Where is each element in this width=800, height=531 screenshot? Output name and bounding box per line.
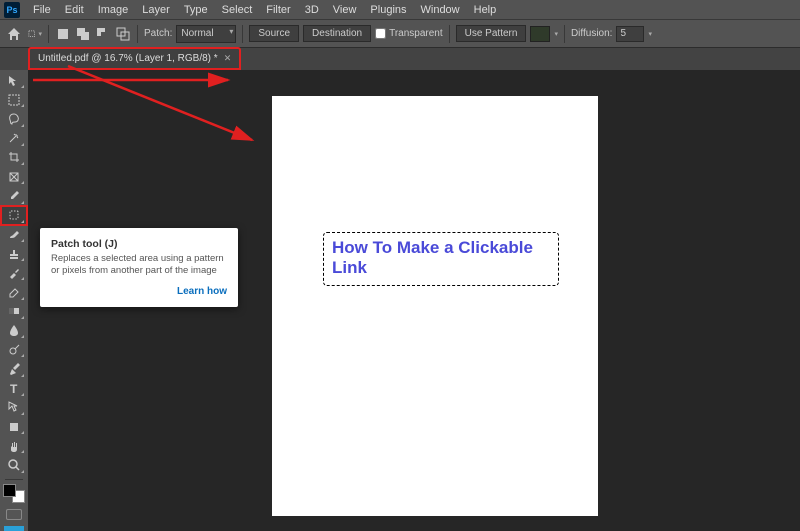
annotation-arrow-2 (28, 70, 278, 105)
tool-brush[interactable] (2, 226, 26, 243)
menu-image[interactable]: Image (91, 2, 136, 18)
tool-frame[interactable] (2, 168, 26, 185)
tool-zoom[interactable] (2, 456, 26, 473)
transparent-checkbox[interactable]: Transparent (375, 28, 443, 39)
tool-history-brush[interactable] (2, 264, 26, 281)
menu-type[interactable]: Type (177, 2, 215, 18)
tool-eraser[interactable] (2, 283, 26, 300)
use-pattern-button[interactable]: Use Pattern (456, 25, 527, 42)
diffusion-label: Diffusion: (571, 28, 613, 39)
destination-button[interactable]: Destination (303, 25, 371, 42)
tool-patch[interactable] (2, 207, 26, 224)
diffusion-input[interactable] (616, 26, 644, 42)
tool-tooltip: Patch tool (J) Replaces a selected area … (40, 228, 238, 307)
menu-window[interactable]: Window (414, 2, 467, 18)
screen-mode-icon[interactable] (4, 526, 24, 531)
tooltip-description: Replaces a selected area using a pattern… (51, 253, 227, 278)
document-tab[interactable]: Untitled.pdf @ 16.7% (Layer 1, RGB/8) * … (28, 47, 241, 70)
tooltip-title: Patch tool (J) (51, 238, 227, 250)
tool-pen[interactable] (2, 360, 26, 377)
foreground-background-colors[interactable] (3, 484, 25, 503)
svg-text:T: T (10, 382, 18, 395)
source-button[interactable]: Source (249, 25, 299, 42)
tool-gradient[interactable] (2, 303, 26, 320)
tool-shape[interactable] (2, 418, 26, 435)
tool-stamp[interactable] (2, 245, 26, 262)
tool-type[interactable]: T (2, 380, 26, 397)
menu-view[interactable]: View (326, 2, 364, 18)
tool-crop[interactable] (2, 149, 26, 166)
tool-preset-icon[interactable]: ▾ (26, 26, 42, 42)
options-bar: ▾ Patch: Normal Source Destination Trans… (0, 20, 800, 48)
document-tab-bar: Untitled.pdf @ 16.7% (Layer 1, RGB/8) * … (0, 48, 800, 70)
menu-select[interactable]: Select (215, 2, 260, 18)
workspace: How To Make a Clickable Link Patch tool … (28, 70, 800, 531)
home-icon[interactable] (6, 26, 22, 42)
intersect-selection-icon[interactable] (115, 26, 131, 42)
selection-marquee[interactable]: How To Make a Clickable Link (323, 232, 559, 286)
canvas-link-text: How To Make a Clickable Link (324, 233, 558, 284)
patch-label: Patch: (144, 28, 172, 39)
quick-mask-icon[interactable] (6, 509, 22, 520)
document-tab-title: Untitled.pdf @ 16.7% (Layer 1, RGB/8) * (38, 53, 218, 64)
tool-marquee[interactable] (2, 91, 26, 108)
subtract-selection-icon[interactable] (95, 26, 111, 42)
app-logo: Ps (4, 2, 20, 18)
menu-3d[interactable]: 3D (298, 2, 326, 18)
tool-lasso[interactable] (2, 110, 26, 127)
transparent-label: Transparent (389, 28, 443, 39)
menu-layer[interactable]: Layer (135, 2, 177, 18)
tool-move[interactable] (2, 72, 26, 89)
menu-help[interactable]: Help (467, 2, 504, 18)
tool-blur[interactable] (2, 322, 26, 339)
tooltip-learn-link[interactable]: Learn how (51, 286, 227, 297)
tool-wand[interactable] (2, 130, 26, 147)
pattern-swatch[interactable] (530, 26, 550, 42)
close-tab-icon[interactable]: ✕ (224, 53, 232, 64)
tool-hand[interactable] (2, 437, 26, 454)
menu-plugins[interactable]: Plugins (363, 2, 413, 18)
menu-filter[interactable]: Filter (259, 2, 297, 18)
tool-eyedropper[interactable] (2, 187, 26, 204)
menu-file[interactable]: File (26, 2, 58, 18)
menubar: Ps File Edit Image Layer Type Select Fil… (0, 0, 800, 20)
add-selection-icon[interactable] (75, 26, 91, 42)
document-canvas[interactable] (272, 96, 598, 516)
patch-mode-select[interactable]: Normal (176, 25, 236, 43)
tools-toolbar: T (0, 70, 28, 531)
tool-path[interactable] (2, 399, 26, 416)
menu-edit[interactable]: Edit (58, 2, 91, 18)
tool-dodge[interactable] (2, 341, 26, 358)
new-selection-icon[interactable] (55, 26, 71, 42)
